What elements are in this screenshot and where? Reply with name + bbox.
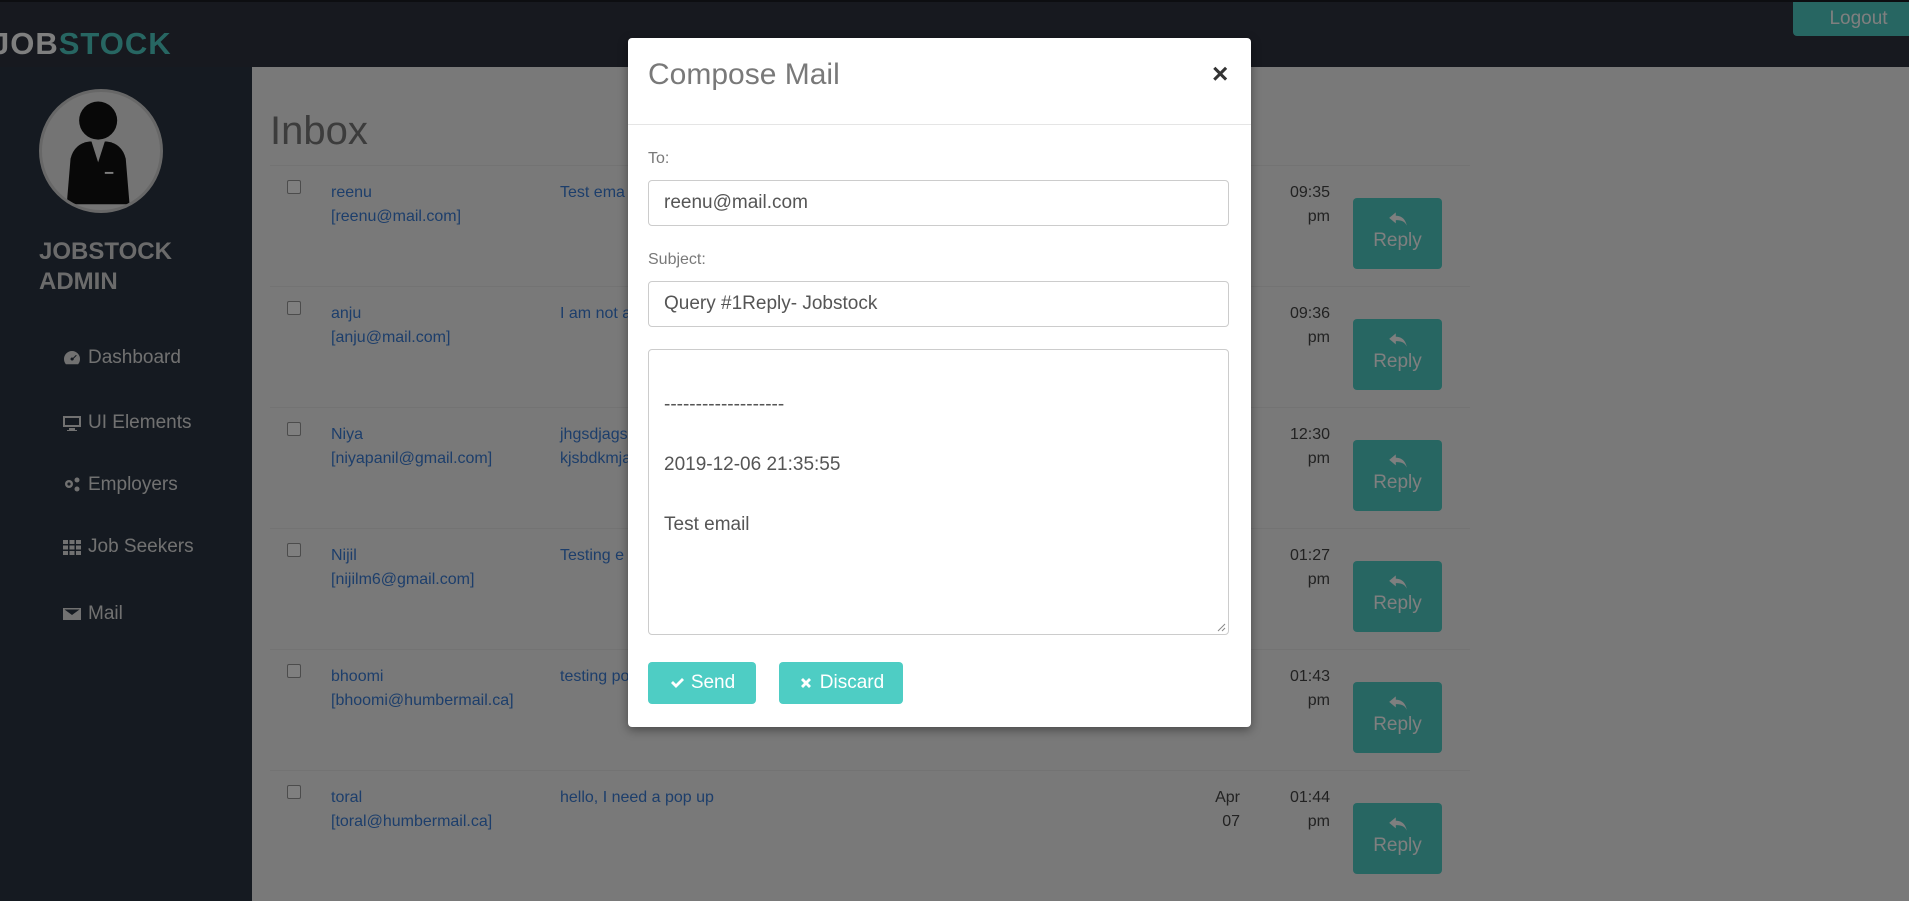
send-button[interactable]: Send [648,662,756,704]
subject-field[interactable]: Query #1Reply- Jobstock [648,281,1229,327]
check-icon [670,678,684,688]
times-icon [800,678,811,688]
modal-header: Compose Mail × [628,38,1251,125]
resize-handle-icon[interactable] [1216,622,1226,632]
to-label: To: [648,150,670,167]
discard-label: Discard [819,672,885,693]
body-line: Test email [664,514,750,535]
discard-button[interactable]: Discard [779,662,903,704]
compose-mail-dialog: Compose Mail × To: reenu@mail.com Subjec… [628,38,1251,727]
body-line: ------------------- [664,394,785,415]
close-icon[interactable]: × [1212,58,1228,90]
send-label: Send [690,672,736,693]
modal-title: Compose Mail [648,58,840,91]
message-body-textarea[interactable]: ------------------- 2019-12-06 21:35:55 … [648,349,1229,635]
subject-label: Subject: [648,251,706,268]
body-line: 2019-12-06 21:35:55 [664,454,841,475]
to-field[interactable]: reenu@mail.com [648,180,1229,226]
